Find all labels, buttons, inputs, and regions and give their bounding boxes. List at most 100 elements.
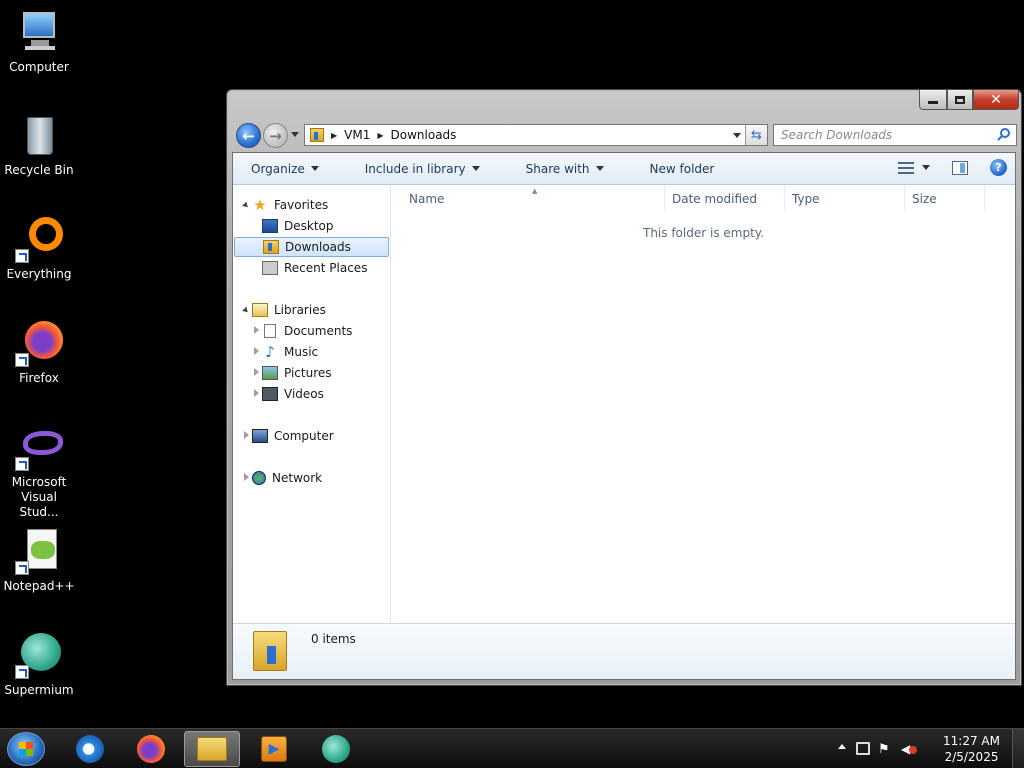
nav-label: Computer — [274, 429, 334, 443]
recycle-bin-icon — [15, 111, 63, 159]
recent-pages-dropdown-icon[interactable] — [291, 132, 299, 137]
nav-label: Favorites — [274, 198, 329, 212]
column-headers: ▲ Name Date modified Type Size — [392, 186, 1015, 211]
nav-recent-places[interactable]: Recent Places — [262, 258, 367, 278]
nav-music[interactable]: ♪ Music — [262, 342, 318, 362]
expand-collapse-icon[interactable] — [242, 201, 250, 210]
nav-pictures[interactable]: Pictures — [262, 363, 332, 383]
videos-icon — [262, 387, 278, 401]
desktop-icon-computer[interactable]: Computer — [0, 8, 78, 75]
notification-area: ⚑ ◀ 11:27 AM 2/5/2025 — [834, 729, 1024, 768]
column-header-type[interactable]: Type — [785, 186, 905, 211]
breadcrumb-item[interactable]: VM1 — [344, 128, 370, 142]
nav-label: Videos — [284, 387, 324, 401]
share-with-button[interactable]: Share with — [518, 153, 612, 184]
desktop-icon-firefox[interactable]: Firefox — [0, 319, 78, 386]
taskbar-firefox[interactable] — [123, 731, 179, 767]
expand-collapse-icon[interactable] — [242, 306, 250, 315]
nav-network[interactable]: Network — [252, 468, 322, 488]
new-folder-button[interactable]: New folder — [642, 153, 723, 184]
explorer-window[interactable]: ✕ ← → ▶ VM1 ▶ Downloads ⇆ Search Downloa… — [226, 89, 1022, 686]
items-count: 0 items — [311, 632, 356, 646]
start-button[interactable] — [7, 732, 45, 766]
include-in-library-button[interactable]: Include in library — [357, 153, 488, 184]
breadcrumb-item[interactable]: Downloads — [391, 128, 457, 142]
new-folder-label: New folder — [649, 161, 715, 176]
desktop-icon-recycle-bin[interactable]: Recycle Bin — [0, 111, 78, 178]
close-icon: ✕ — [990, 91, 1002, 108]
address-bar[interactable]: ▶ VM1 ▶ Downloads ⇆ — [304, 124, 768, 146]
volume-muted-icon[interactable]: ◀ — [901, 742, 917, 756]
column-header-size[interactable]: Size — [905, 186, 985, 211]
taskbar-media-player[interactable]: ▶ — [246, 731, 302, 767]
back-arrow-icon: ← — [242, 126, 255, 145]
nav-libraries[interactable]: Libraries — [252, 300, 326, 320]
explorer-content: Organize Include in library Share with N… — [232, 152, 1016, 680]
organize-button[interactable]: Organize — [243, 153, 327, 184]
pictures-icon — [262, 366, 278, 380]
nav-videos[interactable]: Videos — [262, 384, 324, 404]
expand-icon[interactable] — [254, 326, 259, 334]
nav-favorites[interactable]: ★ Favorites — [252, 195, 328, 215]
preview-pane-icon[interactable] — [952, 160, 968, 175]
expand-icon[interactable] — [254, 368, 259, 376]
search-input[interactable]: Search Downloads — [773, 124, 1017, 146]
star-icon: ★ — [253, 196, 267, 214]
computer-icon — [252, 429, 268, 443]
column-header-date-modified[interactable]: Date modified — [665, 186, 785, 211]
address-dropdown-icon[interactable] — [733, 133, 741, 138]
notepadpp-icon — [15, 527, 63, 575]
show-hidden-icons-icon[interactable] — [838, 744, 846, 749]
shortcut-arrow-icon — [15, 457, 29, 471]
column-header-name[interactable]: Name — [402, 186, 665, 211]
taskbar-windows-explorer[interactable] — [184, 731, 240, 767]
visual-studio-icon — [15, 423, 63, 471]
minimize-button[interactable] — [919, 90, 947, 110]
desktop-icon-label: Firefox — [19, 371, 59, 385]
windows-explorer-icon — [197, 737, 227, 761]
desktop-icon-supermium[interactable]: Supermium — [0, 631, 78, 698]
desktop-icon-label: Supermium — [4, 683, 74, 697]
firefox-icon — [15, 319, 63, 367]
taskbar-supermium[interactable] — [308, 731, 364, 767]
chevron-down-icon — [471, 166, 480, 171]
documents-icon — [264, 324, 276, 338]
nav-label: Desktop — [284, 219, 334, 233]
navigation-pane[interactable]: ★ Favorites Desktop Downloads Recent Plac… — [233, 186, 391, 623]
breadcrumb-separator-icon[interactable]: ▶ — [377, 131, 383, 140]
desktop-icon-label: Computer — [9, 60, 69, 74]
network-status-icon[interactable] — [856, 742, 870, 755]
refresh-button[interactable]: ⇆ — [745, 125, 767, 145]
maximize-button[interactable] — [947, 90, 973, 110]
command-bar-right: ? — [898, 159, 1007, 176]
show-desktop-button[interactable] — [1012, 729, 1024, 768]
clock[interactable]: 11:27 AM 2/5/2025 — [943, 733, 1000, 765]
desktop-icon-visual-studio[interactable]: Microsoft Visual Stud... — [0, 423, 78, 520]
expand-icon[interactable] — [244, 431, 249, 439]
nav-computer[interactable]: Computer — [252, 426, 334, 446]
close-button[interactable]: ✕ — [973, 90, 1019, 110]
nav-documents[interactable]: Documents — [262, 321, 352, 341]
search-icon[interactable] — [1000, 128, 1010, 138]
organize-label: Organize — [251, 161, 305, 176]
nav-desktop[interactable]: Desktop — [262, 216, 334, 236]
internet-explorer-icon — [76, 735, 104, 763]
expand-icon[interactable] — [254, 347, 259, 355]
expand-icon[interactable] — [254, 389, 259, 397]
expand-icon[interactable] — [244, 473, 249, 481]
forward-button[interactable]: → — [263, 123, 288, 148]
caption-buttons: ✕ — [919, 90, 1019, 110]
desktop-icon-everything[interactable]: Everything — [0, 215, 78, 282]
taskbar-internet-explorer[interactable] — [62, 731, 118, 767]
file-list-pane[interactable]: ▲ Name Date modified Type Size This fold… — [392, 186, 1015, 623]
change-view-icon[interactable] — [898, 161, 914, 174]
view-options-dropdown-icon[interactable] — [922, 165, 930, 170]
nav-downloads[interactable]: Downloads — [234, 237, 389, 257]
back-button[interactable]: ← — [236, 123, 261, 148]
help-icon[interactable]: ? — [990, 159, 1007, 176]
desktop-icon-notepadpp[interactable]: Notepad++ — [0, 527, 78, 594]
breadcrumb-separator-icon[interactable]: ▶ — [331, 131, 337, 140]
shortcut-arrow-icon — [15, 665, 29, 679]
action-center-flag-icon[interactable]: ⚑ — [878, 742, 892, 757]
downloads-folder-icon — [310, 128, 324, 142]
